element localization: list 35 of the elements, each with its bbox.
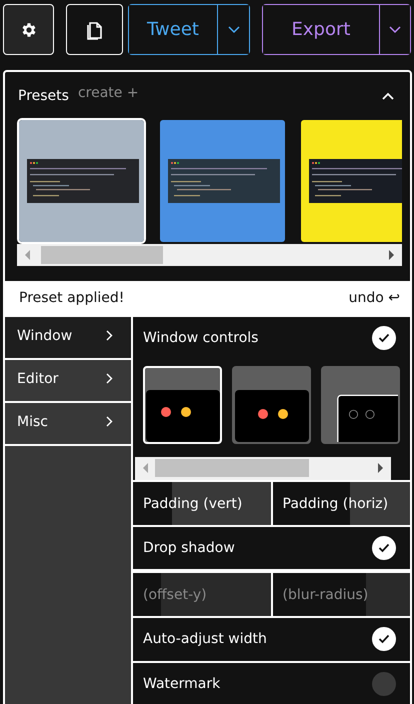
setting-label: Watermark (143, 676, 220, 692)
chevron-right-icon (106, 373, 113, 384)
sidebar-item[interactable]: Window (5, 317, 131, 360)
tweet-dropdown-button[interactable] (217, 5, 249, 54)
setting-label: Auto-adjust width (143, 631, 267, 648)
create-link[interactable]: create + (68, 85, 139, 101)
scrollbar[interactable] (135, 456, 391, 480)
toast-message: Preset applied! (19, 290, 124, 306)
slider-field[interactable]: Padding (vert) (133, 482, 270, 525)
document-icon (86, 20, 102, 40)
window-controls-option[interactable] (232, 366, 311, 444)
undo-link[interactable]: undo ↩ (348, 290, 400, 306)
checkbox[interactable] (372, 536, 396, 560)
checkbox[interactable] (372, 627, 396, 652)
scrollbar[interactable] (17, 244, 402, 266)
checkmark-icon (378, 333, 390, 344)
chevron-right-icon (106, 416, 113, 427)
checkbox[interactable] (372, 326, 396, 350)
chevron-down-icon (228, 26, 240, 34)
checkbox[interactable] (372, 672, 396, 696)
presets-title: Presets (18, 88, 69, 104)
window-controls-option[interactable] (321, 366, 400, 444)
checkmark-icon (378, 634, 390, 644)
setting-label: Window controls (143, 330, 258, 346)
chevron-up-icon (382, 92, 394, 100)
slider-field[interactable]: Padding (horiz) (270, 482, 410, 525)
settings-button[interactable] (3, 4, 54, 55)
chevron-down-icon (389, 26, 401, 34)
checkmark-icon (378, 543, 390, 554)
chevron-right-icon (106, 330, 113, 341)
window-controls-option[interactable] (143, 366, 222, 444)
copy-button[interactable] (66, 4, 123, 55)
export-dropdown-button[interactable] (379, 5, 410, 54)
setting-label: Drop shadow (143, 540, 235, 556)
settings-icon (20, 20, 38, 38)
